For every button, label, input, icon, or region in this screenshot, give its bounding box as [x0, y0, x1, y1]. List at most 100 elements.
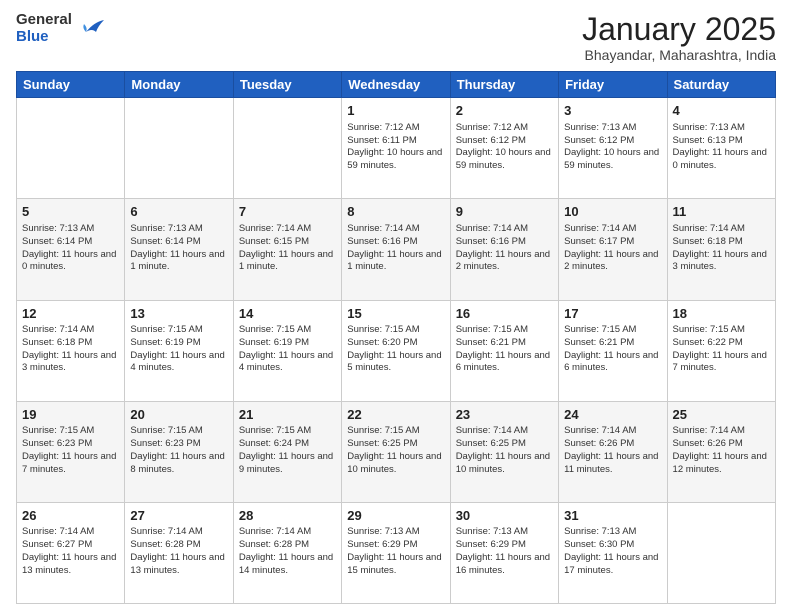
cell-sunset: Sunset: 6:26 PM — [673, 438, 743, 449]
cell-day-number: 17 — [564, 305, 661, 323]
cell-day-number: 11 — [673, 203, 770, 221]
cell-daylight: Daylight: 11 hours and 16 minutes. — [456, 552, 550, 576]
cell-sunset: Sunset: 6:25 PM — [456, 438, 526, 449]
col-tuesday: Tuesday — [233, 72, 341, 98]
table-row: 19Sunrise: 7:15 AMSunset: 6:23 PMDayligh… — [17, 401, 125, 502]
cell-sunset: Sunset: 6:11 PM — [347, 135, 417, 146]
table-row: 10 Sunrise: 7:14 AM Sunset: 6:17 PM Dayligh… — [559, 199, 667, 300]
cell-day-number: 8 — [347, 203, 444, 221]
cell-day-number: 1 — [347, 102, 444, 120]
cell-sunset: Sunset: 6:14 PM — [130, 236, 200, 247]
cell-sunset: Sunset: 6:30 PM — [564, 539, 634, 550]
calendar-body: 1 Sunrise: 7:12 AM Sunset: 6:11 PM Daylight… — [17, 98, 776, 604]
table-row — [667, 502, 775, 603]
cell-day-number: 15 — [347, 305, 444, 323]
cell-sunset: Sunset: 6:21 PM — [564, 337, 634, 348]
cell-sunrise: Sunrise: 7:14 AM — [564, 223, 636, 234]
cell-day-number: 19 — [22, 406, 119, 424]
cell-daylight: Daylight: 11 hours and 1 minute. — [130, 249, 224, 273]
cell-sunrise: Sunrise: 7:15 AM — [130, 324, 202, 335]
cell-day-number: 3 — [564, 102, 661, 120]
table-row: 12Sunrise: 7:14 AMSunset: 6:18 PMDayligh… — [17, 300, 125, 401]
col-thursday: Thursday — [450, 72, 558, 98]
cell-sunrise: Sunrise: 7:14 AM — [456, 223, 528, 234]
cell-daylight: Daylight: 11 hours and 10 minutes. — [347, 451, 441, 475]
cell-day-number: 14 — [239, 305, 336, 323]
cell-sunset: Sunset: 6:23 PM — [130, 438, 200, 449]
cell-sunset: Sunset: 6:22 PM — [673, 337, 743, 348]
cell-daylight: Daylight: 10 hours and 59 minutes. — [564, 147, 659, 171]
cell-sunset: Sunset: 6:18 PM — [673, 236, 743, 247]
col-sunday: Sunday — [17, 72, 125, 98]
cell-daylight: Daylight: 11 hours and 14 minutes. — [239, 552, 333, 576]
cell-sunrise: Sunrise: 7:14 AM — [239, 526, 311, 537]
calendar-week-row: 1 Sunrise: 7:12 AM Sunset: 6:11 PM Daylight… — [17, 98, 776, 199]
main-title: January 2025 — [582, 12, 776, 47]
cell-sunrise: Sunrise: 7:15 AM — [347, 324, 419, 335]
logo: General Blue — [16, 12, 106, 45]
cell-sunset: Sunset: 6:23 PM — [22, 438, 92, 449]
logo-text: General Blue — [16, 12, 72, 45]
cell-sunset: Sunset: 6:28 PM — [239, 539, 309, 550]
cell-sunset: Sunset: 6:20 PM — [347, 337, 417, 348]
sub-title: Bhayandar, Maharashtra, India — [582, 47, 776, 63]
cell-day-number: 26 — [22, 507, 119, 525]
cell-sunrise: Sunrise: 7:13 AM — [22, 223, 94, 234]
cell-daylight: Daylight: 11 hours and 10 minutes. — [456, 451, 550, 475]
cell-sunset: Sunset: 6:19 PM — [130, 337, 200, 348]
cell-day-number: 30 — [456, 507, 553, 525]
cell-sunset: Sunset: 6:21 PM — [456, 337, 526, 348]
table-row: 8Sunrise: 7:14 AMSunset: 6:16 PMDaylight… — [342, 199, 450, 300]
table-row: 31Sunrise: 7:13 AMSunset: 6:30 PMDayligh… — [559, 502, 667, 603]
col-wednesday: Wednesday — [342, 72, 450, 98]
cell-sunrise: Sunrise: 7:15 AM — [22, 425, 94, 436]
table-row: 9Sunrise: 7:14 AMSunset: 6:16 PMDaylight… — [450, 199, 558, 300]
table-row: 4Sunrise: 7:13 AMSunset: 6:13 PMDaylight… — [667, 98, 775, 199]
calendar-week-row: 5 Sunrise: 7:13 AM Sunset: 6:14 PM Daylight… — [17, 199, 776, 300]
table-row: 28Sunrise: 7:14 AMSunset: 6:28 PMDayligh… — [233, 502, 341, 603]
cell-daylight: Daylight: 11 hours and 3 minutes. — [22, 350, 116, 374]
table-row: 11 Sunrise: 7:14 AM Sunset: 6:18 PM Dayligh… — [667, 199, 775, 300]
calendar-table: Sunday Monday Tuesday Wednesday Thursday… — [16, 71, 776, 604]
cell-day-number: 6 — [130, 203, 227, 221]
table-row: 17Sunrise: 7:15 AMSunset: 6:21 PMDayligh… — [559, 300, 667, 401]
cell-sunrise: Sunrise: 7:12 AM — [347, 122, 419, 133]
calendar-week-row: 19Sunrise: 7:15 AMSunset: 6:23 PMDayligh… — [17, 401, 776, 502]
col-monday: Monday — [125, 72, 233, 98]
cell-sunrise: Sunrise: 7:15 AM — [239, 425, 311, 436]
cell-sunset: Sunset: 6:15 PM — [239, 236, 309, 247]
cell-sunrise: Sunrise: 7:14 AM — [456, 425, 528, 436]
table-row: 29Sunrise: 7:13 AMSunset: 6:29 PMDayligh… — [342, 502, 450, 603]
cell-sunrise: Sunrise: 7:12 AM — [456, 122, 528, 133]
cell-day-number: 5 — [22, 203, 119, 221]
cell-sunset: Sunset: 6:27 PM — [22, 539, 92, 550]
cell-daylight: Daylight: 11 hours and 17 minutes. — [564, 552, 658, 576]
cell-sunrise: Sunrise: 7:14 AM — [22, 526, 94, 537]
cell-daylight: Daylight: 11 hours and 4 minutes. — [130, 350, 224, 374]
cell-daylight: Daylight: 11 hours and 12 minutes. — [673, 451, 767, 475]
logo-bird-icon — [76, 14, 106, 44]
cell-sunset: Sunset: 6:12 PM — [564, 135, 634, 146]
cell-day-number: 29 — [347, 507, 444, 525]
cell-sunset: Sunset: 6:17 PM — [564, 236, 634, 247]
cell-day-number: 16 — [456, 305, 553, 323]
cell-day-number: 4 — [673, 102, 770, 120]
table-row: 6Sunrise: 7:13 AMSunset: 6:14 PMDaylight… — [125, 199, 233, 300]
table-row: 26Sunrise: 7:14 AMSunset: 6:27 PMDayligh… — [17, 502, 125, 603]
cell-daylight: Daylight: 11 hours and 2 minutes. — [564, 249, 658, 273]
cell-day-number: 10 — [564, 203, 661, 221]
cell-daylight: Daylight: 11 hours and 3 minutes. — [673, 249, 767, 273]
cell-sunrise: Sunrise: 7:15 AM — [456, 324, 528, 335]
table-row — [125, 98, 233, 199]
table-row: 25Sunrise: 7:14 AMSunset: 6:26 PMDayligh… — [667, 401, 775, 502]
cell-day-number: 23 — [456, 406, 553, 424]
cell-sunrise: Sunrise: 7:14 AM — [22, 324, 94, 335]
cell-sunset: Sunset: 6:29 PM — [347, 539, 417, 550]
cell-sunrise: Sunrise: 7:14 AM — [239, 223, 311, 234]
cell-daylight: Daylight: 11 hours and 0 minutes. — [22, 249, 116, 273]
cell-sunrise: Sunrise: 7:13 AM — [456, 526, 528, 537]
cell-daylight: Daylight: 11 hours and 0 minutes. — [673, 147, 767, 171]
table-row: 20Sunrise: 7:15 AMSunset: 6:23 PMDayligh… — [125, 401, 233, 502]
cell-sunrise: Sunrise: 7:14 AM — [673, 223, 745, 234]
table-row: 21Sunrise: 7:15 AMSunset: 6:24 PMDayligh… — [233, 401, 341, 502]
